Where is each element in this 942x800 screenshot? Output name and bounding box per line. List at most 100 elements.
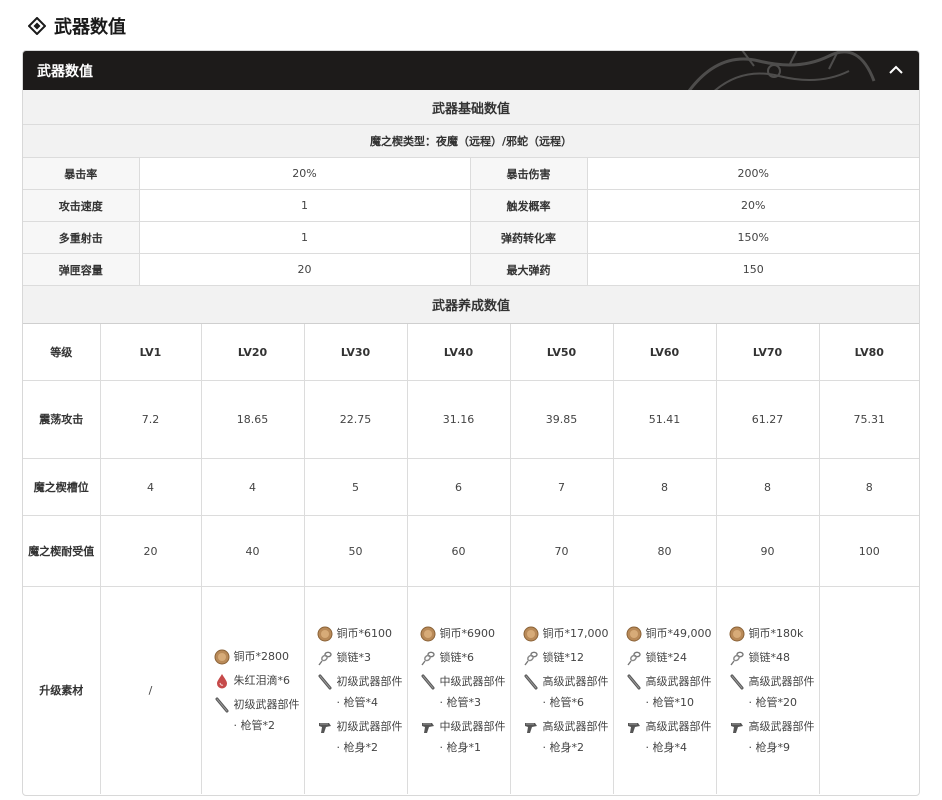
cell-value: 4 bbox=[201, 458, 305, 516]
stat-value: 20 bbox=[139, 253, 471, 286]
cell-value: LV60 bbox=[613, 324, 717, 381]
cell-value: 6 bbox=[407, 458, 511, 516]
stat-value: 150% bbox=[587, 221, 919, 254]
barrel-icon bbox=[626, 674, 642, 690]
diamond-icon bbox=[28, 17, 46, 35]
attack-row: 震荡攻击 7.2 18.65 22.75 31.16 39.85 51.41 61.27 75.… bbox=[23, 380, 919, 459]
materials-cell: 铜币*17,000 锁链*12 高级武器部件 · 枪管*6 高级武器部件 · 枪身*2 bbox=[510, 586, 614, 794]
cell-value: 5 bbox=[304, 458, 408, 516]
cell-value: 8 bbox=[716, 458, 820, 516]
stat-value: 200% bbox=[587, 158, 919, 190]
stat-label: 最大弹药 bbox=[470, 253, 588, 286]
materials-list: 铜币*49,000 锁链*24 高级武器部件 · 枪管*10 高级武器部件 · 枪身*… bbox=[618, 623, 712, 758]
cell-value: LV50 bbox=[510, 324, 614, 381]
basic-stat-row: 暴击率 20% 暴击伤害 200% bbox=[23, 158, 919, 190]
material-text: 初级武器部件 · 枪管*2 bbox=[233, 697, 300, 732]
cell-value: 8 bbox=[613, 458, 717, 516]
cell-value: 100 bbox=[819, 515, 919, 587]
materials-cell: 铜币*6100 锁链*3 初级武器部件 · 枪管*4 初级武器部件 · 枪身*2 bbox=[304, 586, 408, 794]
material-item: 铜币*2800 bbox=[214, 646, 290, 667]
materials-row: 升级素材 / 铜币*2800 朱红泪滴*6 初级武器部件 · 枪管*2 铜币*6100 锁链… bbox=[23, 586, 919, 795]
cell-value: LV40 bbox=[407, 324, 511, 381]
mod-type-row: 魔之楔类型：夜魔（远程）/邪蛇（远程） bbox=[23, 125, 919, 158]
coin-icon bbox=[523, 626, 539, 642]
barrel-icon bbox=[729, 674, 745, 690]
material-item: 高级武器部件 · 枪身*9 bbox=[729, 716, 815, 758]
cell-value: 4 bbox=[100, 458, 202, 516]
material-text: 初级武器部件 · 枪身*2 bbox=[336, 720, 403, 754]
stat-label: 攻击速度 bbox=[23, 189, 140, 222]
basic-stats-table: 暴击率 20% 暴击伤害 200% 攻击速度 1 触发概率 20% 多重射击 1 弹药转化率 150%… bbox=[23, 158, 919, 286]
cell-value: LV30 bbox=[304, 324, 408, 381]
chain-icon bbox=[626, 650, 642, 666]
slots-row: 魔之楔槽位 4 4 5 6 7 8 8 8 bbox=[23, 458, 919, 516]
basic-stat-row: 弹匣容量 20 最大弹药 150 bbox=[23, 253, 919, 286]
material-item: 锁链*12 bbox=[523, 647, 585, 668]
cell-value: 39.85 bbox=[510, 380, 614, 459]
cell-value: 18.65 bbox=[201, 380, 305, 459]
material-text: 铜币*6900 bbox=[439, 627, 496, 640]
material-item: 高级武器部件 · 枪管*6 bbox=[523, 671, 609, 713]
stat-label: 弹药转化率 bbox=[470, 221, 588, 254]
material-text: 锁链*12 bbox=[542, 651, 585, 664]
materials-cell: 铜币*6900 锁链*6 中级武器部件 · 枪管*3 中级武器部件 · 枪身*1 bbox=[407, 586, 511, 794]
level-header-row: 等级 LV1 LV20 LV30 LV40 LV50 LV60 LV70 LV80 bbox=[23, 324, 919, 381]
chain-icon bbox=[729, 650, 745, 666]
stat-label: 触发概率 bbox=[470, 189, 588, 222]
stat-value: 150 bbox=[587, 253, 919, 286]
material-text: 中级武器部件 · 枪管*3 bbox=[439, 675, 506, 709]
row-label: 升级素材 bbox=[23, 586, 101, 794]
materials-list: 铜币*180k 锁链*48 高级武器部件 · 枪管*20 高级武器部件 · 枪身*9 bbox=[721, 623, 815, 758]
cell-value: LV20 bbox=[201, 324, 305, 381]
cell-value: 50 bbox=[304, 515, 408, 587]
material-text: 高级武器部件 · 枪管*6 bbox=[542, 675, 609, 709]
stat-label: 多重射击 bbox=[23, 221, 140, 254]
stat-value: 1 bbox=[139, 189, 471, 222]
material-item: 初级武器部件 · 枪身*2 bbox=[317, 716, 403, 758]
page-title: 武器数值 bbox=[28, 12, 126, 40]
tolerance-row: 魔之楔耐受值 20 40 50 60 70 80 90 100 bbox=[23, 515, 919, 587]
materials-list: 铜币*17,000 锁链*12 高级武器部件 · 枪管*6 高级武器部件 · 枪身*2 bbox=[515, 623, 609, 758]
stat-value: 1 bbox=[139, 221, 471, 254]
panel-header[interactable]: 武器数值 bbox=[23, 51, 919, 90]
cell-value: / bbox=[100, 586, 202, 794]
decorative-beast-icon bbox=[687, 51, 876, 90]
cell-value: 8 bbox=[819, 458, 919, 516]
material-text: 高级武器部件 · 枪管*20 bbox=[748, 675, 815, 709]
material-text: 锁链*6 bbox=[439, 651, 475, 664]
material-text: 铜币*180k bbox=[748, 627, 804, 640]
material-item: 铜币*180k bbox=[729, 623, 804, 644]
coin-icon bbox=[420, 626, 436, 642]
row-label: 震荡攻击 bbox=[23, 380, 101, 459]
cell-value: 75.31 bbox=[819, 380, 919, 459]
stat-value: 20% bbox=[587, 189, 919, 222]
material-item: 高级武器部件 · 枪身*2 bbox=[523, 716, 609, 758]
chevron-up-icon[interactable] bbox=[887, 61, 905, 79]
material-item: 初级武器部件 · 枪管*2 bbox=[214, 694, 300, 736]
material-text: 铜币*6100 bbox=[336, 627, 393, 640]
coin-icon bbox=[317, 626, 333, 642]
material-text: 铜币*2800 bbox=[233, 649, 290, 663]
basic-stat-row: 多重射击 1 弹药转化率 150% bbox=[23, 221, 919, 254]
material-text: 锁链*3 bbox=[336, 651, 372, 664]
cell-value: 7 bbox=[510, 458, 614, 516]
material-text: 初级武器部件 · 枪管*4 bbox=[336, 675, 403, 709]
barrel-icon bbox=[214, 697, 230, 713]
weapon-stats-panel: 武器数值 武器基础数值 魔之楔类型：夜魔（远程）/邪蛇（远程） 暴击率 20% 暴击… bbox=[22, 50, 920, 796]
material-item: 初级武器部件 · 枪管*4 bbox=[317, 671, 403, 713]
material-text: 锁链*48 bbox=[748, 651, 791, 664]
materials-cell bbox=[819, 587, 919, 795]
chain-icon bbox=[317, 650, 333, 666]
stat-value: 20% bbox=[139, 158, 471, 190]
material-item: 铜币*49,000 bbox=[626, 623, 712, 644]
cell-value: 31.16 bbox=[407, 380, 511, 459]
material-text: 中级武器部件 · 枪身*1 bbox=[439, 720, 506, 754]
cell-value: 40 bbox=[201, 515, 305, 587]
chain-icon bbox=[420, 650, 436, 666]
material-text: 铜币*17,000 bbox=[542, 627, 609, 640]
red-drop-icon bbox=[214, 673, 230, 689]
cell-value: 20 bbox=[100, 515, 202, 587]
material-item: 铜币*6900 bbox=[420, 623, 496, 644]
materials-cell: 铜币*180k 锁链*48 高级武器部件 · 枪管*20 高级武器部件 · 枪身*9 bbox=[716, 586, 820, 794]
material-text: 高级武器部件 · 枪身*4 bbox=[645, 720, 712, 754]
